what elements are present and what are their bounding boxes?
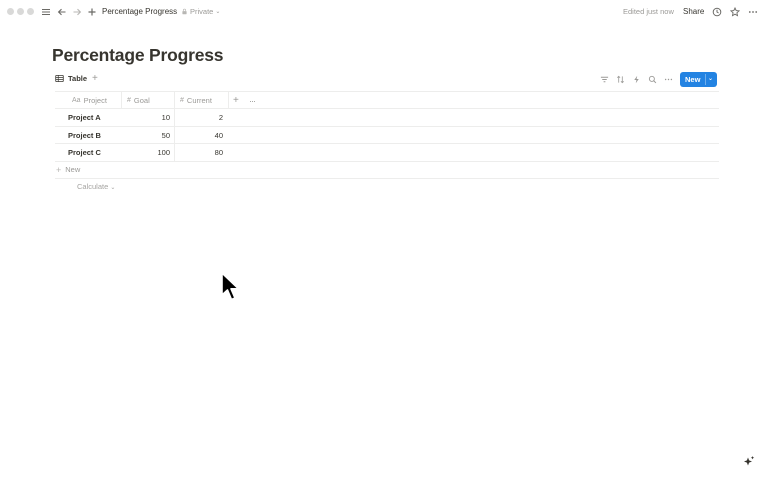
table-row[interactable]: Project A 10 2 (55, 109, 719, 127)
search-icon[interactable] (647, 74, 657, 84)
calculate-dropdown[interactable]: Calculate ⌄ (77, 182, 115, 191)
window-controls (7, 8, 34, 15)
table-header: Aa Project # Goal # Current + ··· (55, 91, 719, 109)
clock-history-icon[interactable] (711, 6, 723, 18)
more-options-icon[interactable] (747, 6, 759, 18)
mouse-pointer-icon (221, 272, 240, 301)
column-header-project[interactable]: Aa Project (72, 92, 107, 109)
breadcrumb[interactable]: Percentage Progress (102, 7, 177, 16)
new-record-label: New (685, 75, 701, 84)
new-row-label: New (65, 165, 81, 174)
column-header-current[interactable]: # Current (180, 92, 212, 109)
column-label: Goal (133, 96, 150, 105)
ai-sparkle-icon[interactable] (742, 455, 756, 469)
minimize-window-dot[interactable] (17, 8, 24, 15)
tab-table-label: Table (68, 74, 88, 83)
maximize-window-dot[interactable] (27, 8, 34, 15)
automation-lightning-icon[interactable] (631, 74, 641, 84)
filter-icon[interactable] (599, 74, 609, 84)
column-divider[interactable] (121, 92, 122, 109)
column-label: Project (83, 96, 107, 105)
view-options-icon[interactable] (663, 74, 673, 84)
goal-cell[interactable]: 100 (121, 144, 170, 161)
column-divider[interactable] (174, 92, 175, 109)
goal-cell[interactable]: 10 (121, 109, 170, 126)
project-cell[interactable]: Project B (68, 127, 101, 144)
column-divider[interactable] (228, 92, 229, 109)
new-page-plus-icon[interactable] (86, 6, 98, 18)
share-button[interactable]: Share (683, 7, 704, 16)
button-divider (705, 74, 706, 85)
add-property-plus-icon[interactable]: + (233, 92, 239, 109)
current-cell[interactable]: 80 (174, 144, 223, 161)
column-header-goal[interactable]: # Goal (127, 92, 150, 109)
add-new-row-button[interactable]: + New (55, 162, 719, 179)
star-icon[interactable] (729, 6, 741, 18)
privacy-badge[interactable]: Private ⌄ (181, 7, 220, 16)
chevron-down-icon: ⌄ (215, 9, 221, 15)
calculate-label: Calculate (77, 182, 109, 191)
close-window-dot[interactable] (7, 8, 14, 15)
column-label: Current (186, 96, 212, 105)
plus-icon: + (56, 164, 62, 175)
project-cell[interactable]: Project A (68, 109, 101, 126)
current-cell[interactable]: 40 (174, 127, 223, 144)
number-property-icon: # (180, 97, 184, 104)
sidebar-menu-icon[interactable] (40, 6, 52, 18)
chevron-down-icon[interactable]: ⌄ (708, 75, 713, 82)
back-arrow-icon[interactable] (56, 6, 68, 18)
project-cell[interactable]: Project C (68, 144, 101, 161)
top-bar: Percentage Progress Private ⌄ Edited jus… (0, 0, 768, 24)
text-property-icon: Aa (72, 97, 81, 104)
sort-icon[interactable] (615, 74, 625, 84)
table-icon (55, 74, 64, 83)
property-options-icon[interactable]: ··· (249, 92, 256, 109)
table-row[interactable]: Project B 50 40 (55, 126, 719, 144)
tab-table-view[interactable]: Table (55, 74, 87, 83)
goal-cell[interactable]: 50 (121, 127, 170, 144)
new-record-button[interactable]: New ⌄ (680, 72, 717, 87)
number-property-icon: # (127, 97, 131, 104)
current-cell[interactable]: 2 (174, 109, 223, 126)
edited-status: Edited just now (623, 7, 674, 16)
privacy-label: Private (190, 7, 214, 16)
page-title[interactable]: Percentage Progress (52, 45, 223, 66)
table-row[interactable]: Project C 100 80 (55, 144, 719, 162)
chevron-down-icon: ⌄ (110, 185, 116, 191)
database-table: Aa Project # Goal # Current + ··· Projec… (55, 91, 719, 179)
lock-icon (182, 8, 187, 15)
forward-arrow-icon[interactable] (71, 6, 83, 18)
add-view-plus-icon[interactable]: + (92, 73, 98, 84)
